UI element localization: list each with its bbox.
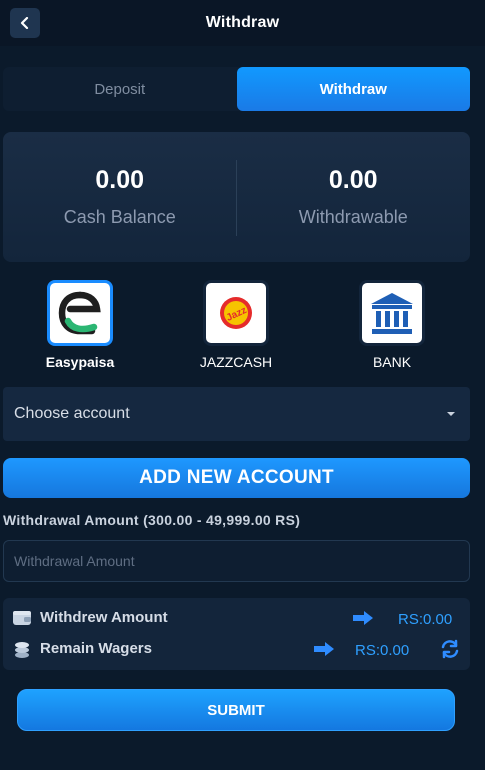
balance-divider <box>236 160 237 236</box>
cash-balance: 0.00 Cash Balance <box>3 132 237 262</box>
cash-balance-value: 0.00 <box>95 166 145 194</box>
withdrew-amount-label: Withdrew Amount <box>40 609 168 626</box>
withdrawal-amount-input[interactable] <box>3 540 470 582</box>
remain-wagers-row: Remain Wagers RS:0.00 <box>3 637 470 661</box>
method-bank[interactable]: BANK <box>337 280 447 370</box>
arrow-right-icon <box>353 611 373 625</box>
page-title: Withdraw <box>205 14 280 31</box>
submit-button[interactable]: SUBMIT <box>17 689 455 731</box>
payment-methods: Easypaisa Jazz JAZZCASH BANK <box>0 280 485 375</box>
withdrew-amount-row: Withdrew Amount RS:0.00 <box>3 606 470 630</box>
coins-icon <box>15 642 29 658</box>
method-label-jazzcash: JAZZCASH <box>199 354 273 370</box>
account-select[interactable]: Choose account <box>3 387 470 441</box>
method-label-bank: BANK <box>372 354 412 370</box>
refresh-icon[interactable] <box>439 638 461 660</box>
add-new-account-button[interactable]: ADD NEW ACCOUNT <box>3 458 470 498</box>
tab-withdraw[interactable]: Withdraw <box>236 67 470 111</box>
jazzcash-logo-icon: Jazz <box>203 280 269 346</box>
withdrew-amount-value: RS:0.00 <box>398 611 453 628</box>
method-label-easypaisa: Easypaisa <box>45 354 115 370</box>
remain-wagers-value: RS:0.00 <box>355 642 410 659</box>
withdrawable-balance: 0.00 Withdrawable <box>237 132 471 262</box>
withdrawal-amount-label: Withdrawal Amount (300.00 - 49,999.00 RS… <box>3 512 301 528</box>
method-jazzcash[interactable]: Jazz JAZZCASH <box>181 280 291 370</box>
balance-card: 0.00 Cash Balance 0.00 Withdrawable <box>3 132 470 262</box>
back-button[interactable] <box>10 8 40 38</box>
withdraw-info-box: Withdrew Amount RS:0.00 Remain Wagers RS… <box>3 598 470 670</box>
tab-deposit[interactable]: Deposit <box>3 67 237 111</box>
caret-down-icon <box>447 412 455 416</box>
easypaisa-logo-icon <box>47 280 113 346</box>
withdrawable-label: Withdrawable <box>298 207 408 227</box>
tab-bar: Deposit Withdraw <box>3 67 470 111</box>
arrow-right-icon <box>314 642 334 656</box>
top-bar: Withdraw <box>0 0 485 46</box>
cash-balance-label: Cash Balance <box>63 207 176 227</box>
remain-wagers-label: Remain Wagers <box>40 640 152 657</box>
bank-icon <box>359 280 425 346</box>
method-easypaisa[interactable]: Easypaisa <box>25 280 135 370</box>
wallet-icon <box>13 611 31 625</box>
account-select-value: Choose account <box>14 405 130 422</box>
chevron-left-icon <box>20 17 29 29</box>
withdrawable-value: 0.00 <box>328 166 378 194</box>
